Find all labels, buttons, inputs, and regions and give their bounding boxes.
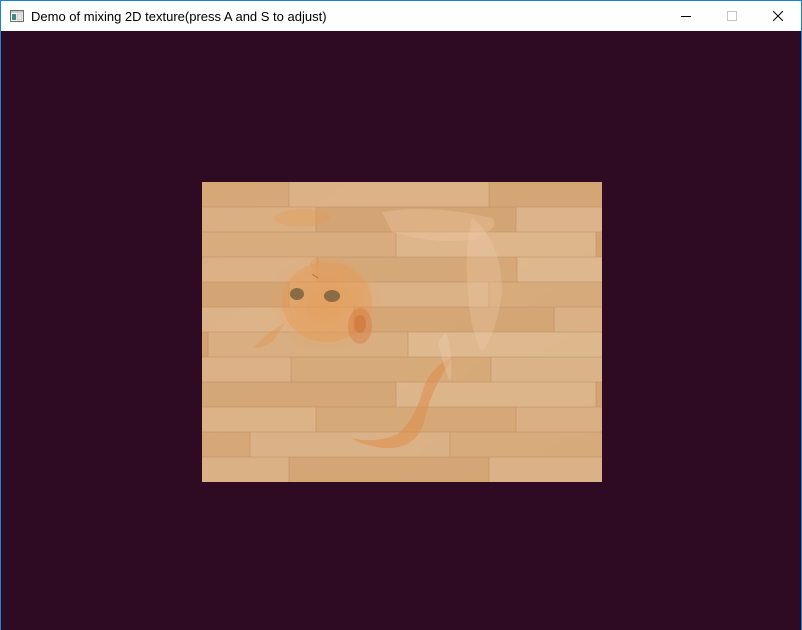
maximize-icon (727, 11, 737, 21)
app-window: Demo of mixing 2D texture(press A and S … (0, 0, 802, 630)
mixed-texture-quad (202, 182, 602, 482)
render-viewport[interactable] (1, 31, 801, 630)
maximize-button[interactable] (709, 1, 755, 31)
title-bar[interactable]: Demo of mixing 2D texture(press A and S … (1, 1, 801, 31)
close-icon (773, 11, 783, 21)
window-title: Demo of mixing 2D texture(press A and S … (31, 8, 327, 24)
close-button[interactable] (755, 1, 801, 31)
minimize-button[interactable] (663, 1, 709, 31)
caption-buttons (663, 1, 801, 31)
app-window-icon (10, 10, 24, 22)
minimize-icon (681, 16, 691, 17)
